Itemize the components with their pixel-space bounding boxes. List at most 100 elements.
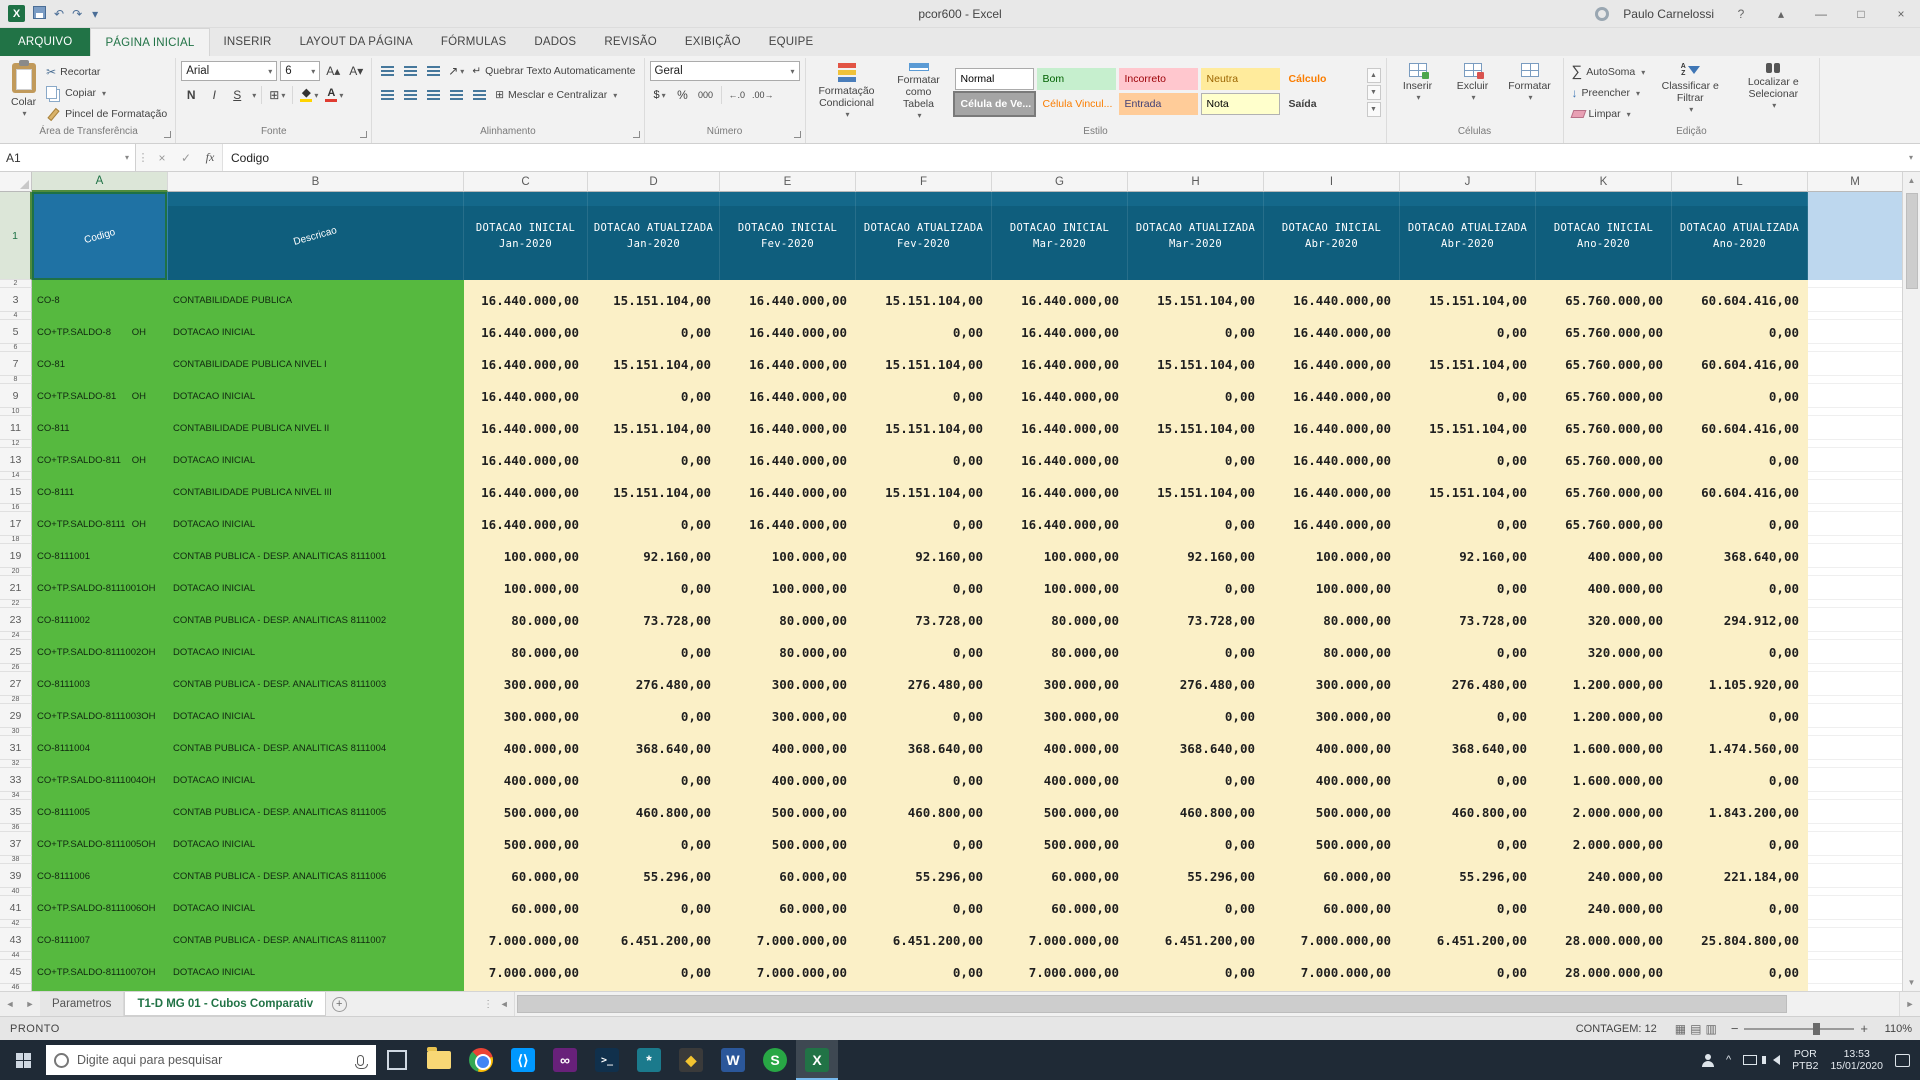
cell-F20[interactable] <box>856 568 992 576</box>
cell-B38[interactable] <box>168 856 464 864</box>
cell-D1[interactable]: DOTACAO ATUALIZADAJan-2020 <box>588 192 720 280</box>
cell-L13[interactable]: 0,00 <box>1672 448 1808 472</box>
cell-F12[interactable] <box>856 440 992 448</box>
row-header-3[interactable]: 3 <box>0 288 32 312</box>
action-center-icon[interactable] <box>1895 1054 1910 1067</box>
cell-H32[interactable] <box>1128 760 1264 768</box>
cell-K23[interactable]: 320.000,00 <box>1536 608 1672 632</box>
cell-H39[interactable]: 55.296,00 <box>1128 864 1264 888</box>
cell-G41[interactable]: 60.000,00 <box>992 896 1128 920</box>
cell-H15[interactable]: 15.151.104,00 <box>1128 480 1264 504</box>
cell-E5[interactable]: 16.440.000,00 <box>720 320 856 344</box>
row-header-35[interactable]: 35 <box>0 800 32 824</box>
cell-G25[interactable]: 80.000,00 <box>992 640 1128 664</box>
cell-J32[interactable] <box>1400 760 1536 768</box>
cell-L8[interactable] <box>1672 376 1808 384</box>
cell-C15[interactable]: 16.440.000,00 <box>464 480 588 504</box>
cell-K44[interactable] <box>1536 952 1672 960</box>
cell-L41[interactable]: 0,00 <box>1672 896 1808 920</box>
cell-E28[interactable] <box>720 696 856 704</box>
cell-A40[interactable] <box>32 888 168 896</box>
cell-H16[interactable] <box>1128 504 1264 512</box>
cell-L2[interactable] <box>1672 280 1808 288</box>
cell-D11[interactable]: 15.151.104,00 <box>588 416 720 440</box>
cell-B8[interactable] <box>168 376 464 384</box>
cell-M33[interactable] <box>1808 768 1902 792</box>
cell-M16[interactable] <box>1808 504 1902 512</box>
cell-K15[interactable]: 65.760.000,00 <box>1536 480 1672 504</box>
cell-K38[interactable] <box>1536 856 1672 864</box>
cell-E36[interactable] <box>720 824 856 832</box>
cell-H9[interactable]: 0,00 <box>1128 384 1264 408</box>
row-header-39[interactable]: 39 <box>0 864 32 888</box>
cell-C13[interactable]: 16.440.000,00 <box>464 448 588 472</box>
cell-L4[interactable] <box>1672 312 1808 320</box>
cell-L21[interactable]: 0,00 <box>1672 576 1808 600</box>
cell-G37[interactable]: 500.000,00 <box>992 832 1128 856</box>
cell-D30[interactable] <box>588 728 720 736</box>
sheet-nav-left-icon[interactable]: ◄ <box>0 992 20 1016</box>
cell-F23[interactable]: 73.728,00 <box>856 608 992 632</box>
cell-K6[interactable] <box>1536 344 1672 352</box>
cell-K46[interactable] <box>1536 984 1672 991</box>
cell-E42[interactable] <box>720 920 856 928</box>
cell-C27[interactable]: 300.000,00 <box>464 672 588 696</box>
cell-A27[interactable]: CO-8111003 <box>32 672 168 696</box>
cell-M46[interactable] <box>1808 984 1902 991</box>
row-header-24[interactable]: 24 <box>0 632 32 640</box>
cell-H21[interactable]: 0,00 <box>1128 576 1264 600</box>
row-header-10[interactable]: 10 <box>0 408 32 416</box>
column-header-B[interactable]: B <box>168 172 464 192</box>
cell-A31[interactable]: CO-8111004 <box>32 736 168 760</box>
cell-A7[interactable]: CO-81 <box>32 352 168 376</box>
cell-A39[interactable]: CO-8111006 <box>32 864 168 888</box>
align-top-button[interactable] <box>377 61 397 81</box>
cell-D42[interactable] <box>588 920 720 928</box>
cell-F3[interactable]: 15.151.104,00 <box>856 288 992 312</box>
cell-K19[interactable]: 400.000,00 <box>1536 544 1672 568</box>
cell-C17[interactable]: 16.440.000,00 <box>464 512 588 536</box>
cell-H25[interactable]: 0,00 <box>1128 640 1264 664</box>
task-view-button[interactable] <box>376 1040 418 1080</box>
copy-button[interactable]: Copiar▾ <box>43 83 170 103</box>
decrease-decimal-button[interactable]: .00→ <box>750 85 776 105</box>
cell-M45[interactable] <box>1808 960 1902 984</box>
cell-I25[interactable]: 80.000,00 <box>1264 640 1400 664</box>
cell-F29[interactable]: 0,00 <box>856 704 992 728</box>
column-header-C[interactable]: C <box>464 172 588 192</box>
column-header-E[interactable]: E <box>720 172 856 192</box>
cell-A33[interactable]: CO+TP.SALDO-8111004OH <box>32 768 168 792</box>
cell-D15[interactable]: 15.151.104,00 <box>588 480 720 504</box>
cell-F14[interactable] <box>856 472 992 480</box>
format-as-table-button[interactable]: Formatar como Tabela ▾ <box>886 60 952 122</box>
cell-K26[interactable] <box>1536 664 1672 672</box>
cell-E27[interactable]: 300.000,00 <box>720 672 856 696</box>
cell-I24[interactable] <box>1264 632 1400 640</box>
cell-M40[interactable] <box>1808 888 1902 896</box>
number-format-select[interactable]: Geral▾ <box>650 61 800 81</box>
cell-A13[interactable]: CO+TP.SALDO-811OH <box>32 448 168 472</box>
cell-M18[interactable] <box>1808 536 1902 544</box>
row-header-30[interactable]: 30 <box>0 728 32 736</box>
cell-G12[interactable] <box>992 440 1128 448</box>
cell-H4[interactable] <box>1128 312 1264 320</box>
cell-H14[interactable] <box>1128 472 1264 480</box>
cell-B44[interactable] <box>168 952 464 960</box>
undo-button[interactable]: ↶ <box>54 7 64 21</box>
cell-L45[interactable]: 0,00 <box>1672 960 1808 984</box>
row-header-26[interactable]: 26 <box>0 664 32 672</box>
column-header-I[interactable]: I <box>1264 172 1400 192</box>
cell-E43[interactable]: 7.000.000,00 <box>720 928 856 952</box>
cell-H31[interactable]: 368.640,00 <box>1128 736 1264 760</box>
app-yellow-button[interactable]: ◆ <box>670 1040 712 1080</box>
cell-B22[interactable] <box>168 600 464 608</box>
formula-bar-splitter[interactable]: ⋮ <box>136 144 150 171</box>
cell-L3[interactable]: 60.604.416,00 <box>1672 288 1808 312</box>
cell-B23[interactable]: CONTAB PUBLICA - DESP. ANALITICAS 811100… <box>168 608 464 632</box>
cell-I41[interactable]: 60.000,00 <box>1264 896 1400 920</box>
zoom-slider[interactable] <box>1744 1028 1854 1030</box>
cell-E32[interactable] <box>720 760 856 768</box>
cell-E19[interactable]: 100.000,00 <box>720 544 856 568</box>
fill-button[interactable]: ↓Preencher▾ <box>1569 83 1649 103</box>
cell-J30[interactable] <box>1400 728 1536 736</box>
